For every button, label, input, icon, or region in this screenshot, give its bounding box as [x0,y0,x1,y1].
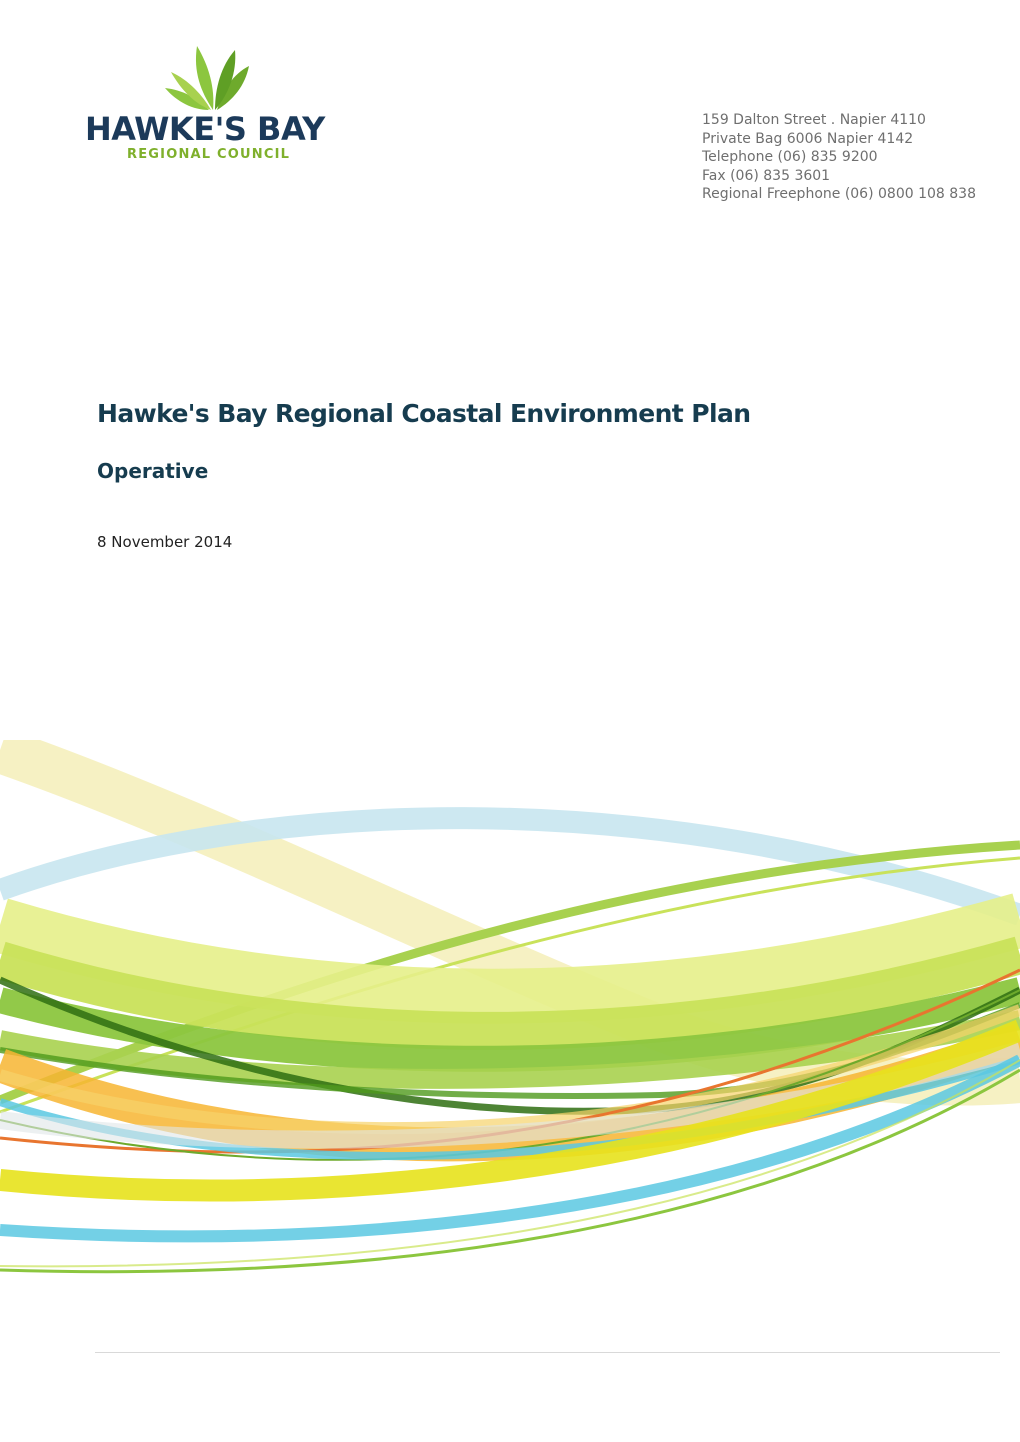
leaf-logo-icon [165,46,249,110]
footer-divider [95,1352,1000,1353]
contact-block: 159 Dalton Street . Napier 4110 Private … [702,111,1002,204]
contact-fax: Fax (06) 835 3601 [702,167,831,184]
document-status: Operative [97,459,209,483]
logo-wordmark: HAWKE'S BAY [85,110,325,148]
contact-freephone: Regional Freephone (06) 0800 108 838 [702,186,976,202]
logo-subtitle: REGIONAL COUNCIL [127,147,291,162]
document-title: Hawke's Bay Regional Coastal Environment… [97,399,751,428]
contact-address: 159 Dalton Street . Napier 4110 [702,112,926,128]
contact-telephone: Telephone (06) 835 9200 [702,149,878,165]
document-date: 8 November 2014 [97,533,233,551]
contact-private-bag: Private Bag 6006 Napier 4142 [702,130,914,147]
council-logo: HAWKE'S BAY REGIONAL COUNCIL [85,40,360,170]
decorative-wave-graphic [0,740,1020,1274]
